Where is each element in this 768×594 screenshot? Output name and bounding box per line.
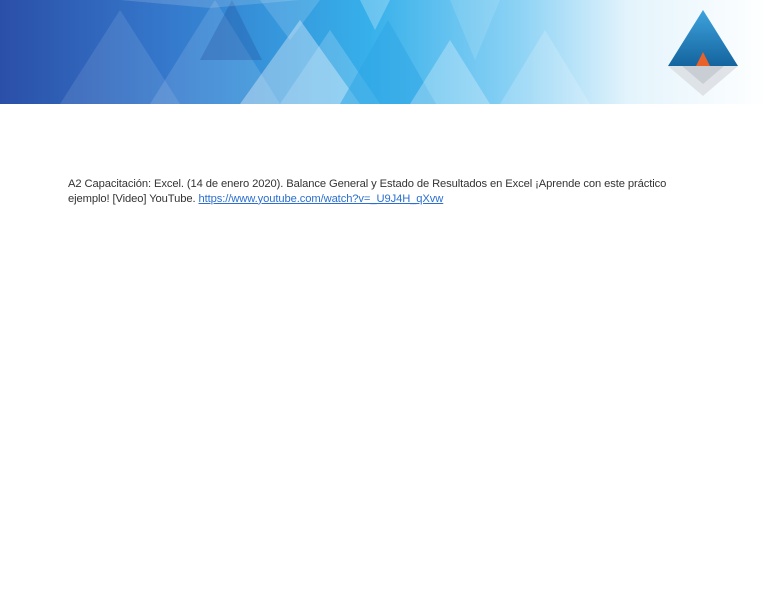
citation-link[interactable]: https://www.youtube.com/watch?v=_U9J4H_q… [199,193,444,205]
banner-graphic [0,0,768,104]
header-banner [0,0,768,104]
mountain-triangle-logo-icon [668,10,738,96]
reference-citation: A2 Capacitación: Excel. (14 de enero 202… [68,177,668,206]
document-page: A2 Capacitación: Excel. (14 de enero 202… [0,0,768,594]
